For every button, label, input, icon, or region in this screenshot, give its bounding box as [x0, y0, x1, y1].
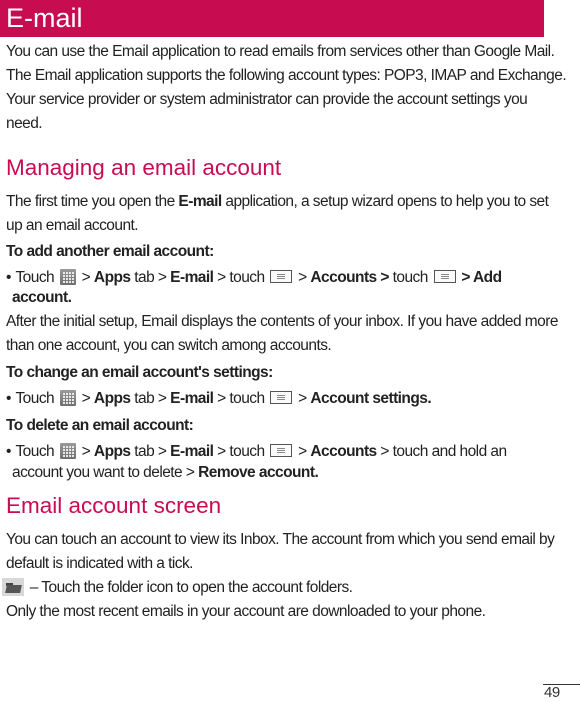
page-number: 49 — [544, 684, 560, 701]
intro-line: The Email application supports the follo… — [6, 67, 567, 84]
email-label: E-mail — [170, 443, 214, 460]
email-account-screen-section: You can touch an account to view its Inb… — [2, 528, 566, 624]
screen-paragraph-line3: Only the most recent emails in your acco… — [6, 603, 486, 620]
email-app-name: E-mail — [178, 193, 222, 210]
screen-paragraph-line2: default is indicated with a tick. — [6, 555, 193, 572]
text: > touch — [217, 390, 265, 407]
text: touch — [392, 269, 429, 286]
apps-grid-icon — [59, 269, 76, 285]
heading-managing: Managing an email account — [6, 155, 282, 180]
apps-label: Apps — [93, 390, 131, 407]
remove-account-label: Remove account. — [198, 464, 319, 481]
text: Touch — [15, 269, 55, 286]
delete-account-step-cont: account you want to delete > Remove acco… — [6, 461, 566, 485]
managing-paragraph-line2: up an email account. — [6, 217, 139, 234]
heading-email-account-screen: Email account screen — [6, 493, 222, 518]
screen-paragraph-line1: You can touch an account to view its Inb… — [6, 531, 555, 548]
text: tab > — [134, 443, 167, 460]
menu-key-icon — [270, 391, 293, 404]
apps-label: Apps — [93, 443, 131, 460]
text: account you want to delete > — [12, 464, 199, 481]
folder-icon — [2, 578, 24, 596]
page-title: E-mail — [6, 3, 83, 33]
intro-paragraph: You can use the Email application to rea… — [6, 40, 567, 136]
text: tab > — [134, 390, 167, 407]
menu-key-icon — [433, 270, 456, 283]
text: > — [81, 390, 91, 407]
change-settings-step: • Touch > Apps tab > E-mail > touch > Ac… — [6, 387, 566, 411]
after-setup-line2: than one account, you can switch among a… — [6, 337, 332, 354]
add-account-label: account. — [12, 289, 72, 306]
text: > — [298, 390, 307, 407]
subheading-change-settings: To change an email account's settings: — [6, 364, 273, 381]
apps-grid-icon — [59, 390, 76, 406]
text: > touch and hold an — [376, 443, 507, 460]
after-setup-line1: After the initial setup, Email displays … — [6, 313, 558, 330]
text: > — [298, 443, 307, 460]
text: application, a setup wizard opens to hel… — [221, 193, 549, 210]
apps-grid-icon — [59, 443, 76, 459]
text: > — [298, 269, 307, 286]
text: tab > — [134, 269, 167, 286]
text: > — [81, 443, 91, 460]
subheading-delete-account: To delete an email account: — [6, 417, 194, 434]
intro-line: You can use the Email application to rea… — [6, 43, 555, 60]
text: The first time you open the — [6, 193, 179, 210]
managing-paragraph-line1: The first time you open the E-mail appli… — [6, 190, 566, 214]
account-settings-label: Account settings. — [310, 390, 432, 407]
text: Touch — [15, 390, 55, 407]
menu-key-icon — [270, 270, 293, 283]
email-label: E-mail — [170, 390, 214, 407]
email-label: E-mail — [170, 269, 214, 286]
menu-key-icon — [270, 444, 293, 457]
text: – Touch the folder icon to open the acco… — [26, 579, 353, 596]
text: > touch — [217, 269, 265, 286]
text: > touch — [217, 443, 265, 460]
bullet: • — [6, 390, 11, 407]
folder-icon-line: – Touch the folder icon to open the acco… — [2, 576, 566, 600]
intro-line: need. — [6, 115, 43, 132]
add-account-step: • Touch > Apps tab > E-mail > touch > Ac… — [6, 266, 566, 290]
text: Touch — [15, 443, 55, 460]
apps-label: Apps — [93, 269, 131, 286]
accounts-label: Accounts > — [310, 269, 389, 286]
text: > — [81, 269, 91, 286]
section-header-band: E-mail — [0, 0, 544, 37]
managing-section: The first time you open the E-mail appli… — [6, 190, 566, 485]
add-account-label: > Add — [461, 269, 502, 286]
intro-line: Your service provider or system administ… — [6, 91, 528, 108]
accounts-label: Accounts — [310, 443, 377, 460]
subheading-add-account: To add another email account: — [6, 243, 214, 260]
